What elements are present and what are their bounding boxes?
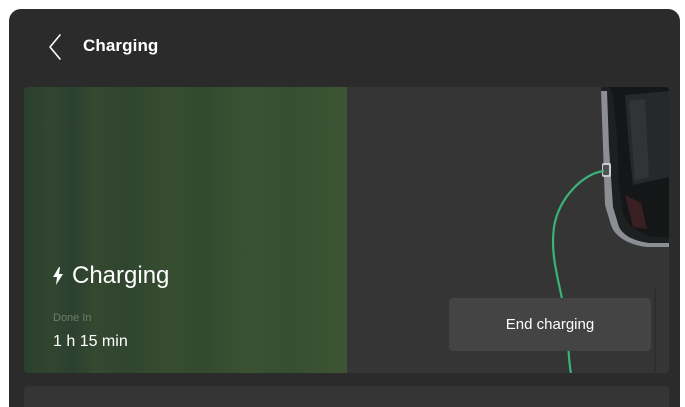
charging-card: Charging Done In 1 h 15 min End charging bbox=[24, 87, 669, 373]
status-label: Charging bbox=[72, 262, 170, 289]
lightning-bolt-icon bbox=[53, 267, 63, 285]
done-in-label: Done In bbox=[53, 312, 92, 324]
done-in-value: 1 h 15 min bbox=[53, 333, 128, 350]
charge-progress-fill bbox=[24, 87, 347, 373]
app-window: Charging Charging Done In 1 h 15 min End… bbox=[9, 9, 680, 407]
charging-status: Charging bbox=[52, 262, 169, 290]
page-title: Charging bbox=[83, 36, 159, 55]
end-charging-button[interactable]: End charging bbox=[449, 298, 651, 351]
chevron-left-icon bbox=[49, 34, 61, 60]
secondary-card bbox=[24, 386, 669, 407]
back-button[interactable] bbox=[39, 31, 71, 63]
header: Charging bbox=[9, 9, 680, 87]
